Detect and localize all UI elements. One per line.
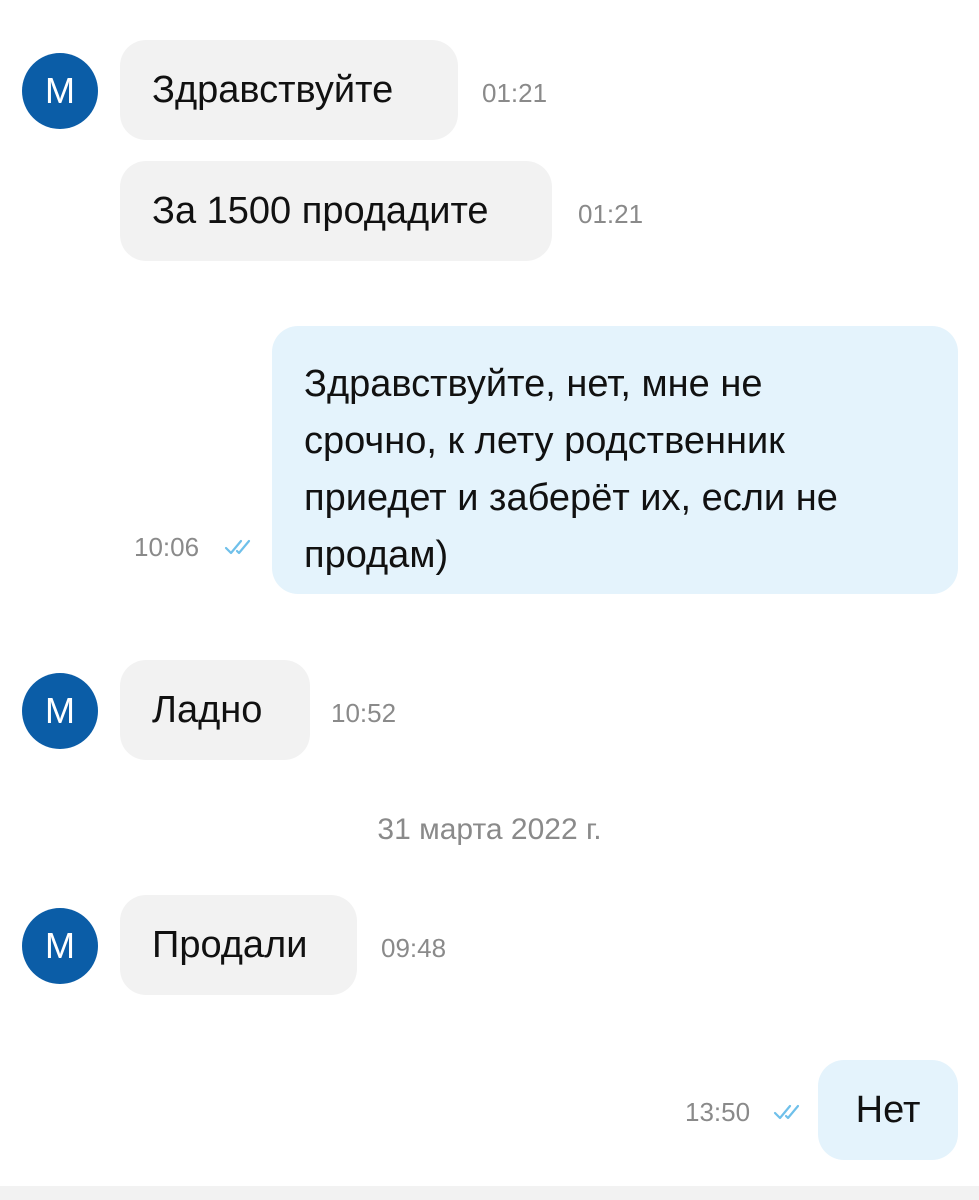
outgoing-message-bubble: Нет (818, 1060, 958, 1160)
message-timestamp: 01:21 (482, 78, 548, 108)
message-text: Нет (855, 1089, 921, 1131)
incoming-message-bubble: Ладно (120, 660, 310, 760)
message-text-line: продам) (304, 534, 449, 576)
message-text-line: Здравствуйте, нет, мне не (304, 363, 763, 405)
incoming-message-bubble: Здравствуйте (120, 40, 458, 140)
message-text: Ладно (152, 689, 263, 731)
message-text: За 1500 продадите (152, 190, 489, 232)
message-text: Здравствуйте (152, 69, 394, 111)
message-text-line: приедет и заберёт их, если не (304, 477, 838, 519)
message-timestamp: 13:50 (685, 1097, 751, 1127)
double-check-icon (224, 539, 251, 555)
avatar[interactable]: М (22, 908, 98, 984)
double-check-icon (773, 1104, 800, 1120)
bottom-divider (0, 1186, 979, 1200)
incoming-message-bubble: Продали (120, 895, 357, 995)
avatar[interactable]: М (22, 53, 98, 129)
avatar[interactable]: М (22, 673, 98, 749)
incoming-message-bubble: За 1500 продадите (120, 161, 552, 261)
message-timestamp: 01:21 (578, 199, 644, 229)
message-timestamp: 09:48 (381, 933, 447, 963)
message-timestamp: 10:52 (331, 698, 397, 728)
message-text-line: срочно, к лету родственник (304, 420, 785, 462)
message-timestamp: 10:06 (134, 532, 200, 562)
outgoing-message-bubble: Здравствуйте, нет, мне не срочно, к лету… (272, 326, 958, 594)
message-text: Продали (152, 924, 308, 966)
date-separator: 31 марта 2022 г. (377, 813, 602, 846)
